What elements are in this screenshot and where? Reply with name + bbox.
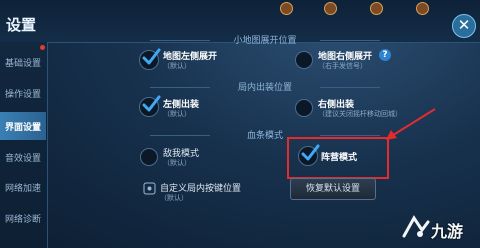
watermark-text: 九游 bbox=[431, 222, 464, 241]
sidebar-item-basic[interactable]: 基础设置 bbox=[0, 48, 46, 76]
divider bbox=[320, 135, 380, 136]
sidebar-item-network-boost[interactable]: 网络加速 bbox=[0, 173, 46, 201]
map-left-checkbox[interactable] bbox=[139, 48, 161, 70]
sidebar-item-label: 操作设置 bbox=[4, 89, 41, 100]
sidebar-item-network-diagnose[interactable]: 网络诊断 bbox=[0, 204, 46, 232]
divider bbox=[320, 87, 380, 88]
highlight-box bbox=[287, 137, 389, 179]
checkmark-icon bbox=[142, 95, 161, 112]
equip-left-sub: （默认） bbox=[163, 110, 191, 118]
enemy-mode-sub: （默认） bbox=[163, 159, 191, 167]
status-icon bbox=[324, 2, 337, 15]
status-icon bbox=[416, 2, 429, 15]
equip-left-checkbox[interactable] bbox=[139, 95, 161, 117]
enemy-mode-radio[interactable] bbox=[140, 148, 158, 166]
section-title-minimap: 小地图展开位置 bbox=[233, 36, 297, 46]
help-icon[interactable]: ? bbox=[379, 49, 391, 61]
reset-default-button[interactable]: 恢复默认设置 bbox=[290, 178, 376, 200]
map-left-sub: （默认） bbox=[163, 62, 191, 70]
close-button[interactable]: ✕ bbox=[452, 14, 476, 38]
status-icon bbox=[280, 2, 293, 15]
sidebar-item-sound[interactable]: 音效设置 bbox=[0, 143, 46, 171]
custom-layout-icon bbox=[143, 182, 156, 195]
map-right-sub: （右手发信号） bbox=[318, 62, 367, 70]
map-right-radio[interactable] bbox=[295, 51, 313, 69]
divider bbox=[150, 40, 210, 41]
arrow-annotation-icon bbox=[386, 108, 436, 140]
divider bbox=[150, 135, 210, 136]
status-icon bbox=[370, 2, 383, 15]
sidebar-item-control[interactable]: 操作设置 bbox=[0, 79, 46, 107]
notification-dot bbox=[40, 45, 45, 50]
custom-layout-sub: （默认） bbox=[160, 194, 188, 202]
section-title-equip: 局内出装位置 bbox=[237, 83, 292, 93]
status-icons bbox=[280, 0, 480, 16]
sidebar-item-label: 音效设置 bbox=[4, 153, 41, 164]
divider bbox=[150, 87, 210, 88]
equip-right-radio[interactable] bbox=[295, 99, 313, 117]
divider bbox=[320, 40, 380, 41]
sidebar-item-label: 网络加速 bbox=[4, 183, 41, 194]
checkmark-icon bbox=[142, 48, 161, 65]
sidebar: 基础设置 操作设置 界面设置 音效设置 网络加速 网络诊断 bbox=[0, 42, 48, 248]
page-title: 设置 bbox=[6, 16, 37, 34]
sidebar-item-label: 基础设置 bbox=[4, 58, 41, 69]
sidebar-item-label: 界面设置 bbox=[4, 122, 41, 133]
sidebar-item-label: 网络诊断 bbox=[4, 214, 41, 225]
sidebar-item-interface[interactable]: 界面设置 bbox=[0, 112, 46, 140]
